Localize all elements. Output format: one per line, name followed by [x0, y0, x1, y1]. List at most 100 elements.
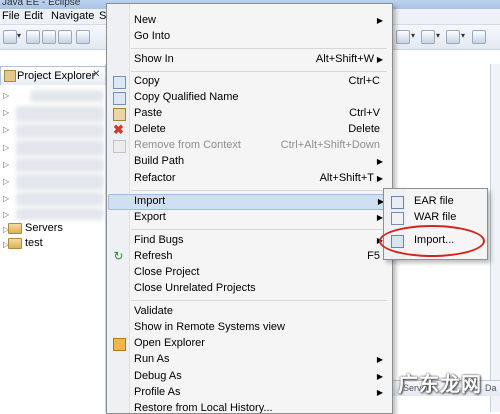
- menu-item-label: Paste: [134, 107, 163, 119]
- menu-file[interactable]: File: [2, 10, 20, 22]
- save-icon[interactable]: [26, 30, 40, 44]
- print-icon[interactable]: [58, 30, 72, 44]
- menu-item-show-in-remote-systems[interactable]: Show in Remote Systems view: [108, 320, 390, 336]
- menu-item-show-in[interactable]: Show In Alt+Shift+W ▶: [108, 52, 390, 68]
- right-panel-edge: [490, 64, 500, 412]
- submenu-arrow-icon: ▶: [376, 388, 383, 397]
- menu-item-debug-as[interactable]: Debug As ▶: [108, 369, 390, 385]
- menu-edit[interactable]: Edit: [24, 10, 43, 22]
- menu-separator: [131, 190, 387, 191]
- menu-item-label: Find Bugs: [134, 234, 184, 246]
- menu-item-close-project[interactable]: Close Project: [108, 265, 390, 281]
- submenu-item-ear-file[interactable]: EAR file: [385, 194, 485, 210]
- menu-item-refactor[interactable]: Refactor Alt+Shift+T ▶: [108, 171, 390, 187]
- menu-item-shortcut: Alt+Shift+T: [319, 172, 374, 184]
- menu-item-label: Show In: [134, 53, 174, 65]
- open-explorer-icon: [113, 338, 126, 351]
- menu-item-label: Refactor: [134, 172, 176, 184]
- menu-item-label: Export: [134, 211, 166, 223]
- menu-item-export[interactable]: Export ▶: [108, 210, 390, 226]
- submenu-item-war-file[interactable]: WAR file: [385, 210, 485, 226]
- menu-item-find-bugs[interactable]: Find Bugs ▶: [108, 233, 390, 249]
- menu-item-shortcut: F5: [367, 250, 380, 262]
- menu-item-new[interactable]: New ▶: [108, 13, 390, 29]
- menu-item-label: Restore from Local History...: [134, 402, 273, 414]
- menu-separator: [131, 229, 387, 230]
- run-icon[interactable]: [396, 30, 410, 44]
- chevron-down-icon[interactable]: ▾: [17, 31, 21, 40]
- menu-item-label: Remove from Context: [134, 139, 241, 151]
- ear-file-icon: [391, 196, 404, 209]
- menu-item-run-as[interactable]: Run As ▶: [108, 352, 390, 368]
- menu-item-copy-qualified-name[interactable]: Copy Qualified Name: [108, 90, 390, 106]
- annotation-circle: [379, 225, 485, 257]
- save-all-icon[interactable]: [42, 30, 56, 44]
- menu-item-copy[interactable]: Copy Ctrl+C: [108, 74, 390, 90]
- window-title: Java EE - Eclipse: [2, 0, 81, 8]
- menu-item-restore-local-history[interactable]: Restore from Local History...: [108, 401, 390, 414]
- refresh-icon: ↻: [113, 249, 124, 263]
- expand-icon[interactable]: ▷: [3, 125, 9, 134]
- menu-item-open-explorer[interactable]: Open Explorer: [108, 336, 390, 352]
- menu-item-label: Go Into: [134, 30, 171, 42]
- expand-icon[interactable]: ▷: [3, 210, 9, 219]
- tree-item-servers[interactable]: Servers: [8, 222, 63, 234]
- menu-item-label: Delete: [134, 123, 166, 135]
- debug-icon[interactable]: [446, 30, 460, 44]
- menu-item-profile-as[interactable]: Profile As ▶: [108, 385, 390, 401]
- menu-item-label: EAR file: [414, 195, 454, 207]
- chevron-down-icon[interactable]: ▾: [436, 31, 440, 40]
- menu-item-import[interactable]: Import ▶: [108, 194, 392, 210]
- tree-item-test[interactable]: test: [8, 237, 43, 249]
- close-icon[interactable]: ✕: [92, 69, 100, 80]
- server-icon[interactable]: [76, 30, 90, 44]
- menu-item-label: Copy: [134, 75, 160, 87]
- menu-item-label: Validate: [134, 305, 173, 317]
- menu-item-label: Close Project: [134, 266, 200, 278]
- expand-icon[interactable]: ▷: [3, 177, 9, 186]
- menu-separator: [131, 71, 387, 72]
- tab-data[interactable]: Da: [485, 383, 497, 393]
- menu-item-validate[interactable]: Validate: [108, 304, 390, 320]
- delete-icon: ✖: [113, 122, 124, 137]
- menu-item-label: Profile As: [134, 386, 181, 398]
- menu-navigate[interactable]: Navigate: [51, 10, 94, 22]
- chevron-down-icon[interactable]: ▾: [411, 31, 415, 40]
- copy-qualified-icon: [113, 92, 126, 105]
- menu-item-label: Copy Qualified Name: [134, 91, 239, 103]
- menu-item-shortcut: Alt+Shift+W: [315, 53, 374, 65]
- chevron-down-icon[interactable]: ▾: [461, 31, 465, 40]
- expand-icon[interactable]: ▷: [3, 194, 9, 203]
- menu-item-go-into[interactable]: Go Into: [108, 29, 390, 45]
- project-explorer-icon: [4, 70, 16, 82]
- submenu-arrow-icon: ▶: [376, 355, 383, 364]
- perspective-icon[interactable]: [472, 30, 486, 44]
- expand-icon[interactable]: ▷: [3, 91, 9, 100]
- menu-separator: [131, 300, 387, 301]
- menu-item-refresh[interactable]: ↻ Refresh F5: [108, 249, 390, 265]
- menu-item-build-path[interactable]: Build Path ▶: [108, 154, 390, 170]
- expand-icon[interactable]: ▷: [3, 143, 9, 152]
- menu-item-shortcut: Delete: [348, 123, 380, 135]
- folder-icon: [8, 222, 22, 234]
- blurred-project: [16, 158, 104, 172]
- menu-item-shortcut: Ctrl+C: [348, 75, 380, 87]
- blurred-project: [16, 124, 104, 138]
- menu-item-remove-from-context[interactable]: Remove from Context Ctrl+Alt+Shift+Down: [108, 138, 390, 154]
- new-icon[interactable]: [3, 30, 17, 44]
- submenu-arrow-icon: ▶: [376, 16, 383, 25]
- menu-item-delete[interactable]: ✖ Delete Delete: [108, 122, 390, 138]
- search-icon[interactable]: [421, 30, 435, 44]
- expand-icon[interactable]: ▷: [3, 160, 9, 169]
- menu-item-close-unrelated-projects[interactable]: Close Unrelated Projects: [108, 281, 390, 297]
- menu-item-label: Import: [134, 195, 166, 207]
- expand-icon[interactable]: ▷: [3, 108, 9, 117]
- blurred-project: [16, 174, 104, 190]
- tab-project-explorer[interactable]: Project Explorer ✕: [0, 66, 106, 85]
- menu-item-paste[interactable]: Paste Ctrl+V: [108, 106, 390, 122]
- watermark: 广东龙网: [398, 372, 482, 396]
- submenu-arrow-icon: ▶: [376, 55, 383, 64]
- menu-item-label: Show in Remote Systems view: [134, 321, 285, 333]
- folder-icon: [8, 237, 22, 249]
- menu-item-shortcut: Ctrl+Alt+Shift+Down: [280, 139, 380, 151]
